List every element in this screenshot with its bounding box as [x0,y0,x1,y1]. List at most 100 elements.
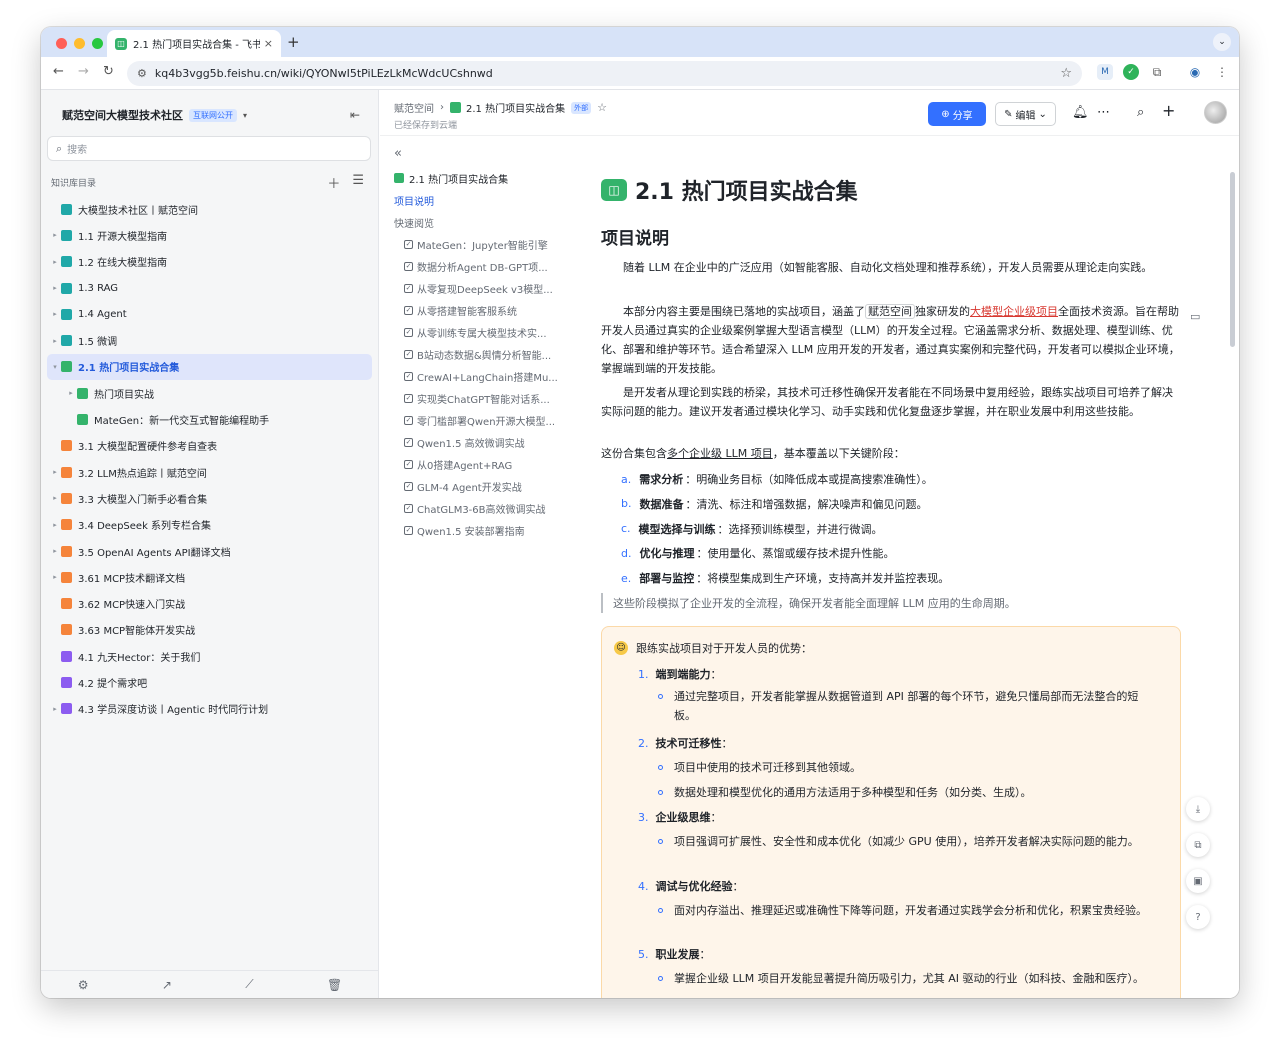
copy-icon[interactable]: ⧉ [1186,833,1210,857]
collapse-toc-icon[interactable]: « [394,146,559,161]
sidebar-item[interactable]: ▸ 3.61 MCP技术翻译文档 [47,564,372,590]
extension-check-icon[interactable]: ✓ [1123,64,1139,80]
more-icon[interactable]: ⋯ [1097,105,1110,120]
expand-arrow-icon[interactable]: ▸ [49,705,61,713]
help-icon[interactable]: ? [1186,905,1210,929]
new-tab-button[interactable]: + [287,33,300,51]
toc-item-quick[interactable]: 快速阅览 [394,211,559,233]
sidebar-item[interactable]: ▸ 3.2 LLM热点追踪丨赋范空间 [47,459,372,485]
toc-item[interactable]: ✓ 从0搭建Agent+RAG [394,453,559,475]
sidebar-item[interactable]: MateGen：新一代交互式智能编程助手 [47,406,372,432]
toc-item[interactable]: ✓ 实现类ChatGPT智能对话系... [394,387,559,409]
close-window-button[interactable] [56,38,67,49]
breadcrumb-doc[interactable]: 2.1 热门项目实战合集 [466,100,565,115]
favorite-star-icon[interactable]: ☆ [597,101,607,114]
sidebar-item[interactable]: ▸ 1.3 RAG [47,275,372,301]
zoom-window-button[interactable] [92,38,103,49]
expand-arrow-icon[interactable]: ▸ [65,389,77,397]
breadcrumb-root[interactable]: 赋范空间 [394,100,434,115]
template-icon[interactable]: ▣ [1186,869,1210,893]
toc-item[interactable]: ✓ 零门槛部署Qwen开源大模型... [394,409,559,431]
expand-arrow-icon[interactable]: ▸ [49,573,61,581]
expand-arrow-icon[interactable]: ▸ [49,284,61,292]
page-icon [61,519,72,531]
back-icon[interactable]: ← [53,64,64,79]
expand-arrow-icon[interactable]: ▸ [49,337,61,345]
expand-arrow-icon[interactable]: ▸ [49,521,61,529]
collapse-sidebar-icon[interactable]: ⇤ [350,108,360,122]
toc-item[interactable]: ✓ Qwen1.5 安装部署指南 [394,519,559,541]
space-header[interactable]: 赋范空间大模型技术社区 互联网公开 ▾ [62,107,247,123]
outline-icon[interactable]: ☰ [352,173,364,192]
expand-arrow-icon[interactable]: ▸ [49,468,61,476]
expand-arrow-icon[interactable]: ▸ [49,547,61,555]
chevron-down-icon[interactable]: ▾ [243,111,247,120]
forward-icon[interactable]: → [78,64,89,79]
toc-item[interactable]: ✓ 数据分析Agent DB-GPT项... [394,255,559,277]
sidebar-item[interactable]: 3.1 大模型配置硬件参考自查表 [47,433,372,459]
toc-doc-title[interactable]: 2.1 热门项目实战合集 [394,167,559,189]
sidebar-item[interactable]: 4.1 九天Hector：关于我们 [47,643,372,669]
sidebar-item[interactable]: ▸ 1.2 在线大模型指南 [47,249,372,275]
sidebar-item[interactable]: 3.62 MCP快速入门实战 [47,590,372,616]
site-info-icon[interactable]: ⚙ [137,67,147,80]
share-button[interactable]: ⊕ 分享 [928,102,986,126]
toc-item[interactable]: ✓ Qwen1.5 高效微调实战 [394,431,559,453]
sidebar-item[interactable]: 大模型技术社区丨赋范空间 [47,196,372,222]
toc-item[interactable]: ✓ 从零搭建智能客服系统 [394,299,559,321]
expand-arrow-icon[interactable]: ▸ [49,494,61,502]
profile-icon[interactable]: ◉ [1187,64,1203,80]
scrollbar[interactable] [1230,172,1235,347]
stage-desc: ：选择预训练模型，并进行微调。 [717,522,883,536]
share-out-icon[interactable]: ↗ [162,978,172,992]
expand-arrow-icon[interactable]: ▸ [49,258,61,266]
sidebar-item[interactable]: ▸ 1.4 Agent [47,301,372,327]
bookmark-star-icon[interactable]: ☆ [1060,66,1072,81]
toc-item[interactable]: ✓ 从零复现DeepSeek v3模型... [394,277,559,299]
browser-menu-icon[interactable]: ⋮ [1214,64,1230,80]
reload-icon[interactable]: ↻ [103,64,114,79]
toc-item[interactable]: ✓ B站动态数据&舆情分析智能... [394,343,559,365]
toc-item[interactable]: ✓ 从零训练专属大模型技术实... [394,321,559,343]
toc-item[interactable]: ✓ ChatGLM3-6B高效微调实战 [394,497,559,519]
sidebar-item[interactable]: ▸ 3.5 OpenAI Agents API翻译文档 [47,538,372,564]
mention-chip[interactable]: 赋范空间 [865,304,915,319]
highlight-link[interactable]: 大模型企业级项目 [970,305,1058,318]
avatar[interactable] [1204,101,1227,124]
tab-search-button[interactable]: ⌄ [1213,33,1231,51]
sidebar-item[interactable]: ▸ 3.3 大模型入门新手必看合集 [47,485,372,511]
sidebar-item[interactable]: ▸ 1.5 微调 [47,327,372,353]
toc-item-current[interactable]: 项目说明 [394,189,559,211]
sidebar-item-label: 1.1 开源大模型指南 [78,231,168,243]
sidebar-item[interactable]: 3.63 MCP智能体开发实战 [47,617,372,643]
search-input[interactable]: ⌕ 搜索 [47,136,371,161]
sidebar-item[interactable]: ▸ 3.4 DeepSeek 系列专栏合集 [47,512,372,538]
minimize-window-button[interactable] [74,38,85,49]
sidebar-item[interactable]: 4.2 提个需求吧 [47,669,372,695]
expand-arrow-icon[interactable]: ▾ [49,363,61,371]
address-bar[interactable]: ⚙ kq4b3vgg5b.feishu.cn/wiki/QYONwI5tPiLE… [127,61,1082,86]
search-icon[interactable]: ⌕ [1137,105,1144,120]
sidebar-item[interactable]: ▸ 4.3 学员深度访谈丨Agentic 时代同行计划 [47,696,372,722]
trash-icon[interactable]: 🗑 [327,978,342,992]
toc-item[interactable]: ✓ MateGen：Jupyter智能引擎 [394,233,559,255]
sidebar-item[interactable]: ▾ 2.1 热门项目实战合集 [47,353,372,381]
expand-arrow-icon[interactable]: ▸ [49,231,61,239]
add-icon[interactable]: + [1162,101,1175,120]
sidebar-item[interactable]: ▸ 热门项目实战 [47,380,372,406]
bell-icon[interactable]: 🔔︎ [1072,105,1089,120]
comment-icon[interactable]: ▭ [1190,310,1200,323]
stats-icon[interactable]: ⟋ [245,977,253,992]
download-icon[interactable]: ⤓ [1186,797,1210,821]
tab-close-icon[interactable]: × [264,37,273,50]
toc-item[interactable]: ✓ GLM-4 Agent开发实战 [394,475,559,497]
settings-icon[interactable]: ⚙ [78,978,89,992]
extension-m-icon[interactable]: M [1097,64,1113,80]
sidebar-item[interactable]: ▸ 1.1 开源大模型指南 [47,222,372,248]
browser-tab[interactable]: ◫ 2.1 热门项目实战合集 - 飞书云文 × [107,30,281,57]
add-icon[interactable]: ＋ [327,173,340,192]
toc-item[interactable]: ✓ CrewAI+LangChain搭建Mu... [394,365,559,387]
extensions-puzzle-icon[interactable]: ⧉ [1149,64,1165,80]
edit-button[interactable]: ✎ 编辑 ⌄ [995,102,1056,126]
expand-arrow-icon[interactable]: ▸ [49,310,61,318]
